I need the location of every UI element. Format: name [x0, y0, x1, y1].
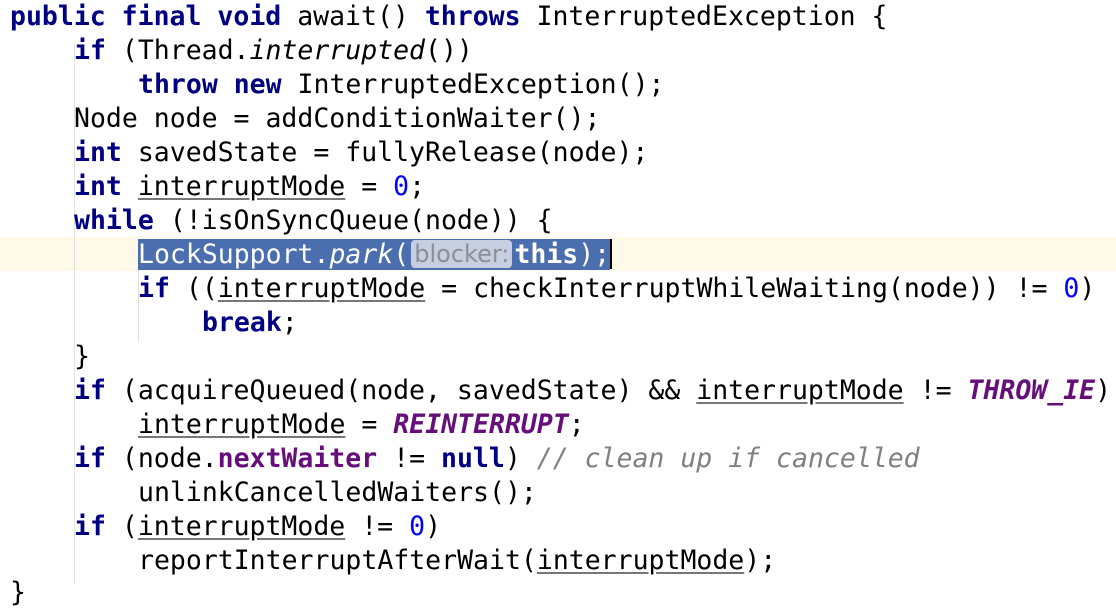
code-line-14[interactable]: if (node.nextWaiter != null) // clean up… — [74, 442, 920, 476]
code-text: ); — [578, 239, 611, 270]
code-text: ) — [1095, 375, 1112, 406]
code-text: ; — [568, 409, 585, 440]
keyword: int — [74, 137, 122, 168]
code-text: = — [345, 409, 394, 440]
selected-text[interactable]: LockSupport.park(blocker: this); — [138, 239, 611, 270]
code-text: != — [345, 511, 410, 542]
keyword: this — [514, 239, 579, 270]
code-text: (( — [169, 273, 218, 304]
text-caret — [610, 239, 613, 269]
code-text: ( — [105, 511, 138, 542]
static-method: park — [329, 239, 394, 270]
keyword: public final void — [10, 1, 282, 32]
number-literal: 0 — [409, 511, 426, 542]
reassigned-variable: interruptMode — [536, 545, 745, 576]
keyword: throw new — [138, 69, 282, 100]
keyword: if — [74, 511, 106, 542]
code-text: ; — [281, 307, 298, 338]
constant: THROW_IE — [967, 375, 1096, 406]
keyword: if — [74, 443, 106, 474]
reassigned-variable: interruptMode — [138, 409, 346, 440]
code-text: != — [377, 443, 441, 474]
code-text: InterruptedException(); — [281, 69, 665, 100]
reassigned-variable: interruptMode — [137, 511, 346, 542]
keyword: int — [74, 171, 122, 202]
code-text: = checkInterruptWhileWaiting(node)) != — [425, 273, 1064, 304]
code-text: reportInterruptAfterWait( — [138, 545, 537, 576]
number-literal: 0 — [1063, 273, 1080, 304]
code-text: (!isOnSyncQueue(node)) { — [153, 205, 553, 236]
keyword: break — [202, 307, 282, 338]
code-text: InterruptedException { — [520, 1, 888, 32]
code-line-3[interactable]: throw new InterruptedException(); — [138, 68, 665, 102]
code-line-13[interactable]: interruptMode = REINTERRUPT; — [138, 408, 585, 442]
code-line-10[interactable]: break; — [202, 306, 298, 340]
code-line-17[interactable]: reportInterruptAfterWait(interruptMode); — [138, 544, 776, 578]
keyword: while — [74, 205, 154, 236]
field-name: nextWaiter — [217, 443, 378, 474]
keyword: if — [74, 375, 106, 406]
code-text: ) — [504, 443, 537, 474]
code-text: ; — [409, 171, 426, 202]
reassigned-variable: interruptMode — [696, 375, 904, 406]
static-method: interrupted — [249, 35, 426, 66]
code-line-12[interactable]: if (acquireQueued(node, savedState) && i… — [74, 374, 1111, 408]
code-text: (acquireQueued(node, savedState) && — [105, 375, 697, 406]
code-text: ( — [393, 239, 410, 270]
code-line-1[interactable]: public final void await() throws Interru… — [10, 0, 888, 34]
code-line-4[interactable]: Node node = addConditionWaiter(); — [74, 102, 601, 136]
code-line-9[interactable]: if ((interruptMode = checkInterruptWhile… — [138, 272, 1095, 306]
comment: // clean up if cancelled — [536, 443, 920, 474]
code-line-11[interactable]: } — [74, 340, 90, 374]
code-text: Node node = addConditionWaiter(); — [74, 103, 601, 134]
code-text: = — [345, 171, 394, 202]
code-line-2[interactable]: if (Thread.interrupted()) — [74, 34, 473, 68]
keyword: if — [74, 35, 106, 66]
code-line-15[interactable]: unlinkCancelledWaiters(); — [138, 476, 537, 510]
keyword: throws — [424, 1, 521, 32]
code-text: ()) — [425, 35, 473, 66]
code-text: ) — [1079, 273, 1096, 304]
code-text: LockSupport. — [138, 239, 330, 270]
parameter-hint: blocker: — [411, 240, 513, 268]
method-name: await() — [281, 1, 425, 32]
code-editor[interactable]: public final void await() throws Interru… — [0, 0, 1116, 610]
code-text: (node. — [105, 443, 218, 474]
code-text: savedState = fullyRelease(node); — [121, 137, 649, 168]
code-text: != — [903, 375, 968, 406]
code-line-8[interactable]: LockSupport.park(blocker: this); — [138, 238, 613, 272]
code-line-7[interactable]: while (!isOnSyncQueue(node)) { — [74, 204, 553, 238]
code-text: unlinkCancelledWaiters(); — [138, 477, 537, 508]
code-line-16[interactable]: if (interruptMode != 0) — [74, 510, 441, 544]
code-text: (Thread. — [105, 35, 250, 66]
code-line-6[interactable]: int interruptMode = 0; — [74, 170, 425, 204]
code-text: } — [74, 341, 90, 372]
keyword: null — [440, 443, 505, 474]
reassigned-variable: interruptMode — [217, 273, 426, 304]
code-text: } — [10, 577, 26, 608]
constant: REINTERRUPT — [393, 409, 569, 440]
code-text: ) — [425, 511, 442, 542]
code-line-18[interactable]: } — [10, 576, 26, 610]
code-text: ); — [744, 545, 777, 576]
number-literal: 0 — [393, 171, 410, 202]
reassigned-variable: interruptMode — [137, 171, 346, 202]
keyword: if — [138, 273, 170, 304]
code-line-5[interactable]: int savedState = fullyRelease(node); — [74, 136, 648, 170]
